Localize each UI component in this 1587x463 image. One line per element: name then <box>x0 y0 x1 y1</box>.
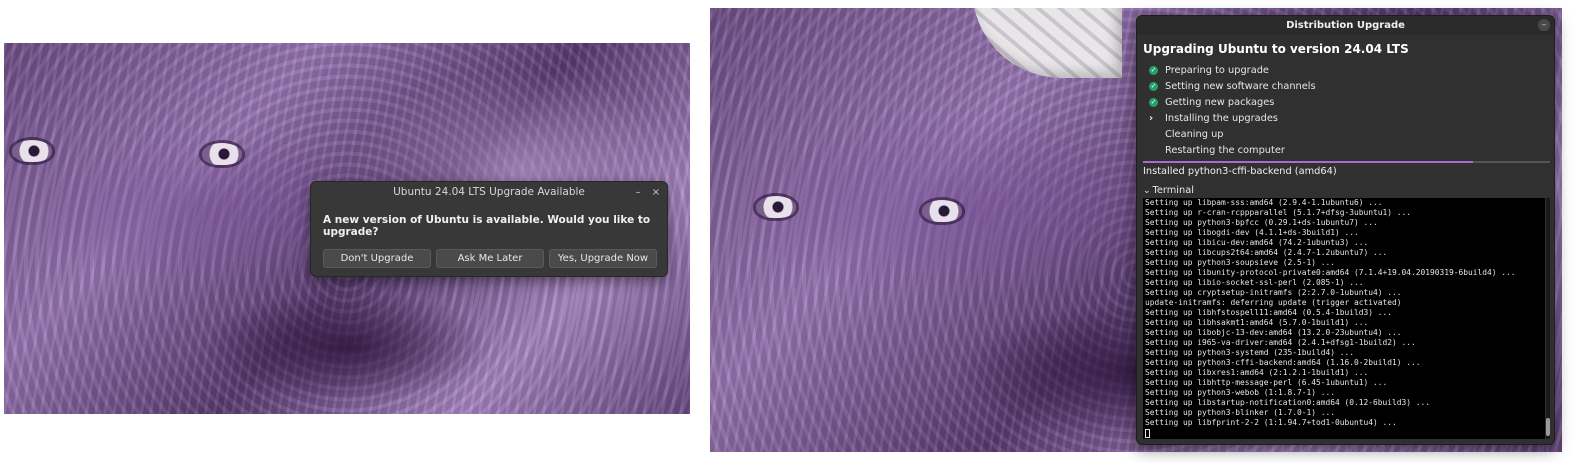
check-icon: ✓ <box>1149 81 1158 91</box>
upgrade-available-dialog: Ubuntu 24.04 LTS Upgrade Available – × A… <box>310 181 668 277</box>
terminal-line: Setting up python3-webob (1:1.8.7-1) ... <box>1145 388 1336 397</box>
step-label: Preparing to upgrade <box>1165 64 1269 76</box>
wallpaper-horn <box>972 8 1122 78</box>
chevron-right-icon: › <box>1149 112 1154 124</box>
step-label: Restarting the computer <box>1165 144 1285 156</box>
terminal-line: Setting up r-cran-rcppparallel (5.1.7+df… <box>1145 208 1412 217</box>
chevron-down-icon: ⌄ <box>1143 185 1151 196</box>
minimize-icon[interactable]: – <box>1538 19 1550 31</box>
terminal-line: Setting up libobjc-13-dev:amd64 (13.2.0-… <box>1145 328 1402 337</box>
upgrade-steps-list: ✓ Preparing to upgrade ✓ Setting new sof… <box>1149 62 1316 158</box>
step-getting-packages: ✓ Getting new packages <box>1149 94 1316 110</box>
terminal-line: Setting up cryptsetup-initramfs (2:2.7.0… <box>1145 288 1402 297</box>
terminal-line: Setting up libhttp-message-perl (6.45-1u… <box>1145 378 1388 387</box>
terminal-line: update-initramfs: deferring update (trig… <box>1145 298 1402 307</box>
upgrade-now-button[interactable]: Yes, Upgrade Now <box>549 249 657 268</box>
terminal-line: Setting up libfprint-2-2 (1:1.94.7+tod1-… <box>1145 418 1397 427</box>
current-status-text: Installed python3-cffi-backend (amd64) <box>1143 166 1337 177</box>
terminal-scrollbar[interactable] <box>1546 198 1550 439</box>
terminal-line: Setting up libhfstospell11:amd64 (0.5.4-… <box>1145 308 1393 317</box>
distribution-upgrade-window: Distribution Upgrade – Upgrading Ubuntu … <box>1136 15 1555 445</box>
wallpaper-eye-right <box>922 200 962 222</box>
scrollbar-thumb[interactable] <box>1546 418 1550 436</box>
window-titlebar[interactable]: Distribution Upgrade – <box>1137 16 1554 35</box>
step-label: Getting new packages <box>1165 96 1275 108</box>
close-icon[interactable]: × <box>649 185 663 199</box>
terminal-line: Setting up libunity-protocol-private0:am… <box>1145 268 1516 277</box>
wallpaper-eye-right <box>202 143 242 165</box>
upgrade-progress-bar <box>1143 161 1550 163</box>
window-title: Distribution Upgrade <box>1286 20 1405 31</box>
step-cleaning-up: Cleaning up <box>1149 126 1316 142</box>
upgrade-heading: Upgrading Ubuntu to version 24.04 LTS <box>1143 42 1409 56</box>
step-software-channels: ✓ Setting new software channels <box>1149 78 1316 94</box>
step-preparing: ✓ Preparing to upgrade <box>1149 62 1316 78</box>
minimize-icon[interactable]: – <box>631 185 645 199</box>
dont-upgrade-button[interactable]: Don't Upgrade <box>323 249 431 268</box>
terminal-line: Setting up python3-blinker (1.7.0-1) ... <box>1145 408 1336 417</box>
step-label: Cleaning up <box>1165 128 1224 140</box>
dialog-title: Ubuntu 24.04 LTS Upgrade Available <box>393 186 585 198</box>
terminal-line: Setting up libogdi-dev (4.1.1+ds-3build1… <box>1145 228 1359 237</box>
terminal-expander-label: Terminal <box>1152 185 1194 196</box>
terminal-line: Setting up python3-soupsieve (2.5-1) ... <box>1145 258 1336 267</box>
progress-fill <box>1143 161 1473 163</box>
step-label: Installing the upgrades <box>1165 112 1278 124</box>
terminal-line: Setting up libcups2t64:amd64 (2.4.7-1.2u… <box>1145 248 1388 257</box>
terminal-line: Setting up python3-bpfcc (0.29.1+ds-1ubu… <box>1145 218 1378 227</box>
terminal-line: Setting up libstartup-notification0:amd6… <box>1145 398 1431 407</box>
step-restarting: Restarting the computer <box>1149 142 1316 158</box>
terminal-line: Setting up python3-cffi-backend:amd64 (1… <box>1145 358 1421 367</box>
terminal-line: Setting up libicu-dev:amd64 (74.2-1ubunt… <box>1145 238 1369 247</box>
step-installing-upgrades: › Installing the upgrades <box>1149 110 1316 126</box>
check-icon: ✓ <box>1149 97 1158 107</box>
terminal-output[interactable]: Setting up libpam-sss:amd64 (2.9.4-1.1ub… <box>1143 198 1545 439</box>
terminal-line: Setting up libpam-sss:amd64 (2.9.4-1.1ub… <box>1145 198 1383 207</box>
dialog-actions: Don't Upgrade Ask Me Later Yes, Upgrade … <box>323 249 657 268</box>
terminal-line: Setting up python3-systemd (235-1build4)… <box>1145 348 1355 357</box>
terminal-line: Setting up libxres1:amd64 (2:1.2.1-1buil… <box>1145 368 1369 377</box>
terminal-cursor <box>1145 429 1150 438</box>
terminal-line: Setting up libhsakmt1:amd64 (5.7.0-1buil… <box>1145 318 1369 327</box>
wallpaper-eye-left <box>12 140 52 162</box>
terminal-line: Setting up i965-va-driver:amd64 (2.4.1+d… <box>1145 338 1416 347</box>
terminal-line: Setting up libio-socket-ssl-perl (2.085-… <box>1145 278 1364 287</box>
wallpaper-eye-left <box>756 196 796 218</box>
ask-me-later-button[interactable]: Ask Me Later <box>436 249 544 268</box>
terminal-expander[interactable]: ⌄ Terminal <box>1143 185 1194 196</box>
step-label: Setting new software channels <box>1165 80 1316 92</box>
upgrade-question: A new version of Ubuntu is available. Wo… <box>323 214 651 238</box>
dialog-titlebar[interactable]: Ubuntu 24.04 LTS Upgrade Available – × <box>311 182 667 202</box>
check-icon: ✓ <box>1149 65 1158 75</box>
